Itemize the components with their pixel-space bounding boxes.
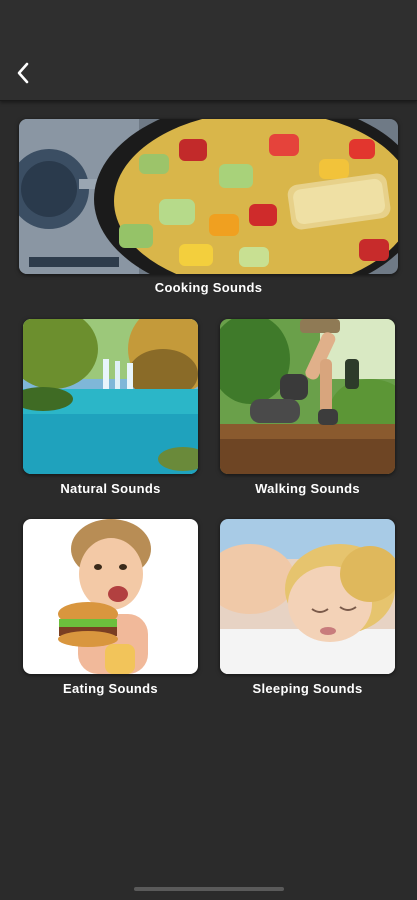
top-bar xyxy=(0,0,417,101)
category-card-sleeping[interactable]: Sleeping Sounds xyxy=(220,519,395,704)
category-card-cooking[interactable]: Cooking Sounds xyxy=(19,119,398,304)
category-card-natural[interactable]: Natural Sounds xyxy=(23,319,198,504)
category-card-walking[interactable]: Walking Sounds xyxy=(220,319,395,504)
walking-image xyxy=(220,319,395,474)
sleeping-image xyxy=(220,519,395,674)
category-label-sleeping: Sleeping Sounds xyxy=(252,681,363,696)
chevron-left-icon xyxy=(17,62,29,84)
natural-image xyxy=(23,319,198,474)
eating-image xyxy=(23,519,198,674)
category-card-eating[interactable]: Eating Sounds xyxy=(23,519,198,704)
home-indicator[interactable] xyxy=(134,887,284,891)
category-label-walking: Walking Sounds xyxy=(255,481,360,496)
category-label-natural: Natural Sounds xyxy=(60,481,161,496)
category-label-eating: Eating Sounds xyxy=(63,681,158,696)
back-button[interactable] xyxy=(8,58,38,88)
app-screen: Cooking Sounds Natural Sounds Walking So… xyxy=(0,0,417,900)
category-label-cooking: Cooking Sounds xyxy=(154,280,263,295)
cooking-image xyxy=(19,119,398,274)
